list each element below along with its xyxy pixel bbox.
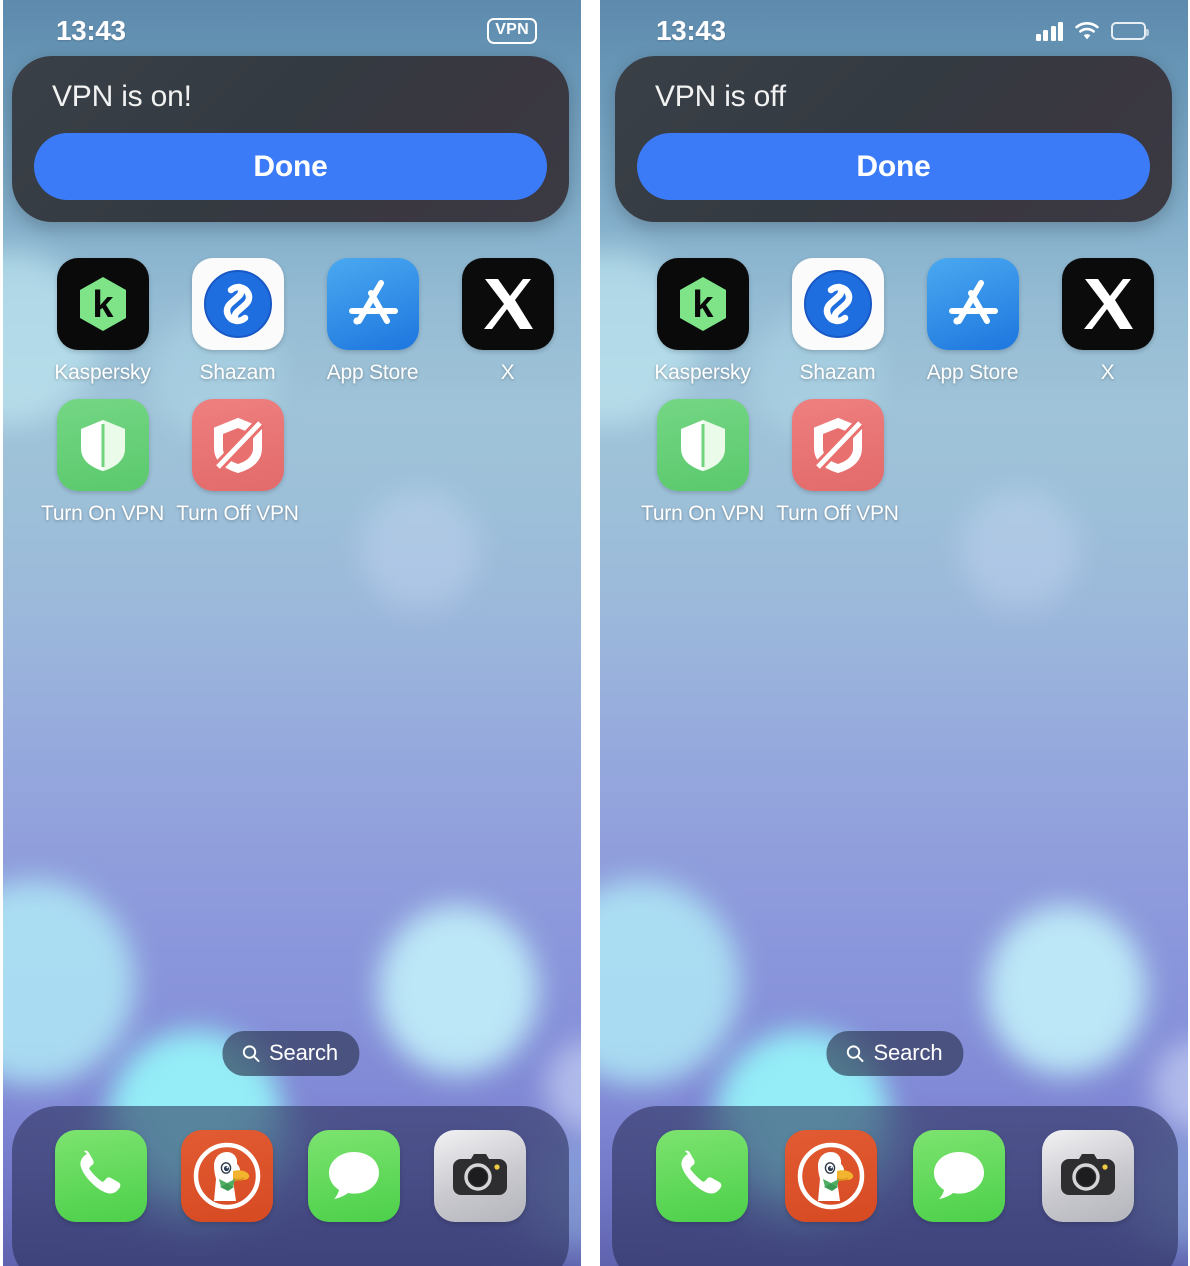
duckduckgo-icon[interactable] xyxy=(181,1130,274,1222)
phone-screen-right: 13:43 VPN is off Done k Kaspersky Shazam… xyxy=(600,0,1190,1266)
app-label: App Store xyxy=(326,361,419,384)
app-row-1: k Kaspersky Shazam App Store X xyxy=(600,258,1190,385)
status-icons: VPN xyxy=(487,18,537,44)
shazam-icon[interactable] xyxy=(191,258,284,350)
app-app-store[interactable]: App Store xyxy=(305,258,440,385)
search-icon xyxy=(242,1044,259,1062)
phone-icon[interactable] xyxy=(656,1130,749,1222)
app-label: Turn Off VPN xyxy=(176,502,299,525)
kaspersky-icon[interactable]: k xyxy=(656,258,749,350)
status-bar: 13:43 VPN xyxy=(0,0,581,62)
app-label: Shazam xyxy=(799,361,876,384)
app-shazam[interactable]: Shazam xyxy=(170,258,305,385)
dock xyxy=(12,1106,569,1266)
screenshot-root: 13:43 VPN VPN is on! Done k Kaspersky Sh… xyxy=(0,0,1190,1266)
app-label: Kaspersky xyxy=(54,361,151,384)
app-row-2: Turn On VPN Turn Off VPN xyxy=(0,399,581,526)
app-kaspersky[interactable]: k Kaspersky xyxy=(35,258,170,385)
app-row-2: Turn On VPN Turn Off VPN xyxy=(600,399,1190,526)
app-label: Kaspersky xyxy=(654,361,751,384)
search-icon xyxy=(846,1044,864,1062)
svg-text:k: k xyxy=(92,284,114,326)
phone-screen-left: 13:43 VPN VPN is on! Done k Kaspersky Sh… xyxy=(0,0,581,1266)
done-button[interactable]: Done xyxy=(34,133,547,200)
done-button[interactable]: Done xyxy=(637,133,1150,200)
camera-icon[interactable] xyxy=(433,1130,526,1222)
vpn-badge-icon: VPN xyxy=(487,18,537,44)
status-clock: 13:43 xyxy=(56,15,126,46)
app-x[interactable]: X xyxy=(1040,258,1175,385)
app-grid: k Kaspersky Shazam App Store X Turn On V… xyxy=(600,258,1190,526)
shield-on-icon[interactable] xyxy=(56,399,149,491)
kaspersky-icon[interactable]: k xyxy=(56,258,149,350)
status-clock: 13:43 xyxy=(656,15,726,46)
app-grid: k Kaspersky Shazam App Store X Turn On V… xyxy=(0,258,581,526)
battery-icon xyxy=(1111,22,1149,40)
x-twitter-icon[interactable] xyxy=(1061,258,1154,350)
cellular-signal-icon xyxy=(1035,21,1063,41)
notification-title: VPN is on! xyxy=(52,80,192,113)
messages-icon[interactable] xyxy=(307,1130,400,1222)
status-bar: 13:43 xyxy=(600,0,1190,62)
shield-on-icon[interactable] xyxy=(656,399,749,491)
search-label: Search xyxy=(268,1040,339,1065)
app-app-store[interactable]: App Store xyxy=(905,258,1040,385)
camera-icon[interactable] xyxy=(1041,1130,1134,1222)
search-label: Search xyxy=(873,1040,943,1065)
app-shazam[interactable]: Shazam xyxy=(770,258,905,385)
app-turn-off-vpn[interactable]: Turn Off VPN xyxy=(770,399,905,526)
search-pill[interactable]: Search xyxy=(826,1031,964,1076)
app-turn-on-vpn[interactable]: Turn On VPN xyxy=(35,399,170,526)
app-turn-on-vpn[interactable]: Turn On VPN xyxy=(635,399,770,526)
app-label: Turn On VPN xyxy=(40,502,165,525)
search-pill[interactable]: Search xyxy=(221,1031,360,1076)
shazam-icon[interactable] xyxy=(791,258,884,350)
dock xyxy=(612,1106,1178,1266)
svg-text:k: k xyxy=(692,284,714,326)
notification-title: VPN is off xyxy=(655,80,786,113)
app-row-1: k Kaspersky Shazam App Store X xyxy=(0,258,581,385)
app-store-icon[interactable] xyxy=(926,258,1019,350)
shield-off-icon[interactable] xyxy=(791,399,884,491)
status-icons xyxy=(1035,21,1149,41)
phone-icon[interactable] xyxy=(55,1130,148,1222)
x-twitter-icon[interactable] xyxy=(461,258,554,350)
app-label: Turn Off VPN xyxy=(776,502,899,525)
app-kaspersky[interactable]: k Kaspersky xyxy=(635,258,770,385)
app-label: Shazam xyxy=(199,361,276,384)
panel-divider xyxy=(581,0,600,1266)
notification-banner[interactable]: VPN is off Done xyxy=(615,56,1172,222)
notification-banner[interactable]: VPN is on! Done xyxy=(12,56,569,222)
wifi-icon xyxy=(1075,21,1099,39)
messages-icon[interactable] xyxy=(913,1130,1006,1222)
app-label: X xyxy=(500,361,515,384)
app-label: Turn On VPN xyxy=(640,502,765,525)
left-edge-mask xyxy=(0,0,3,1266)
app-store-icon[interactable] xyxy=(326,258,419,350)
duckduckgo-icon[interactable] xyxy=(784,1130,877,1222)
app-turn-off-vpn[interactable]: Turn Off VPN xyxy=(170,399,305,526)
shield-off-icon[interactable] xyxy=(191,399,284,491)
app-label: App Store xyxy=(926,361,1019,384)
app-x[interactable]: X xyxy=(440,258,575,385)
app-label: X xyxy=(1100,361,1115,384)
